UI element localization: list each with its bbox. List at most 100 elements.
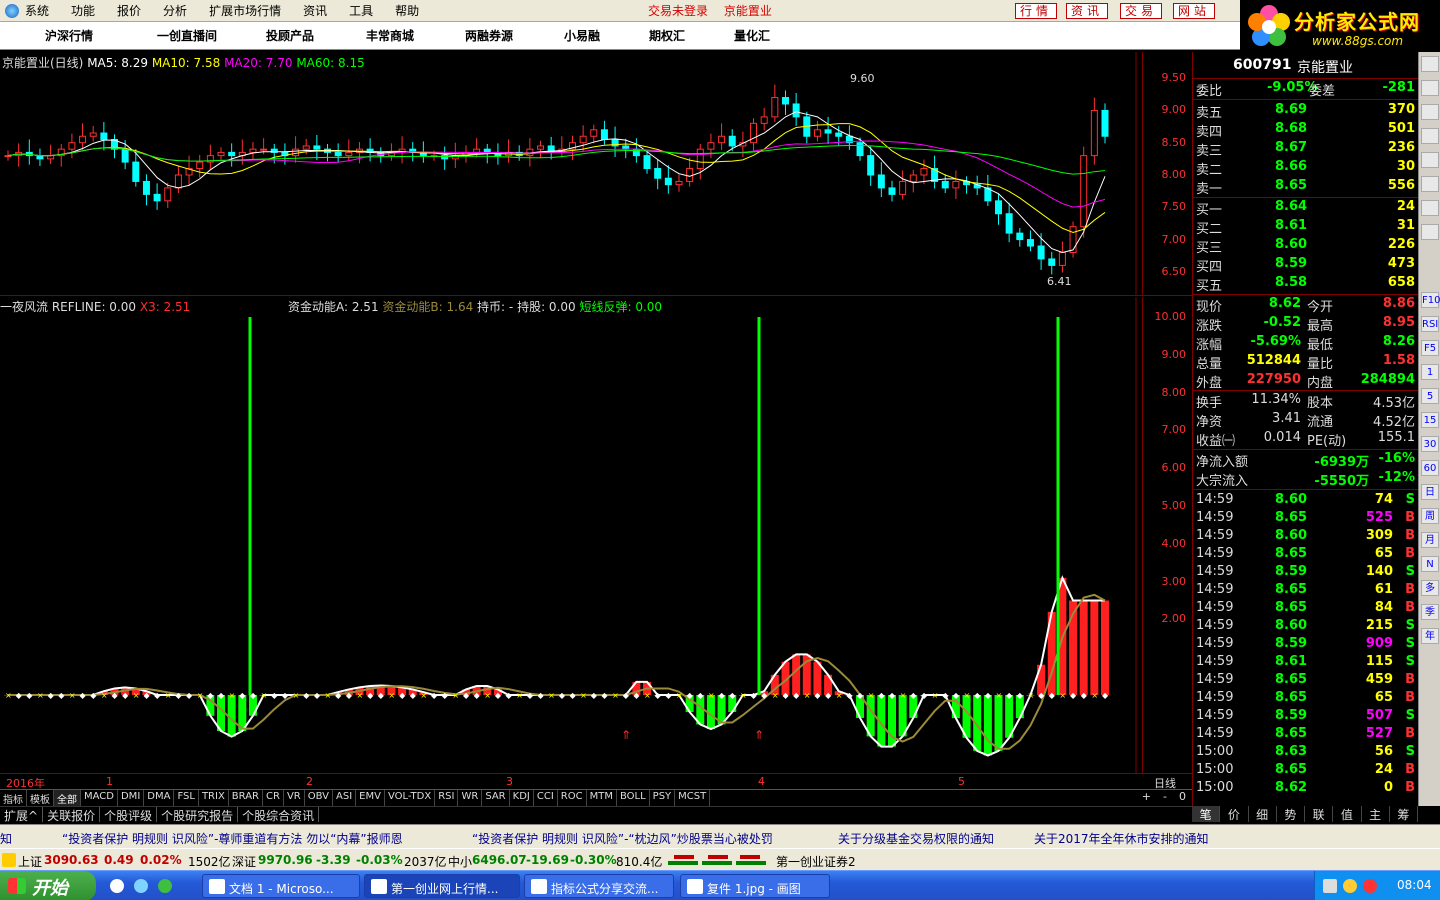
indicator-tab-指标[interactable]: 指标 — [0, 790, 27, 806]
quote-tab-3[interactable]: 势 — [1277, 806, 1305, 822]
indicator-tab-emv[interactable]: EMV — [356, 790, 385, 806]
tool-icon[interactable] — [1421, 224, 1439, 240]
indicator-tab-sar[interactable]: SAR — [482, 790, 510, 806]
tool-icon[interactable] — [1421, 80, 1439, 96]
indicator-tab-rsi[interactable]: RSI — [435, 790, 459, 806]
tab-stock-rating[interactable]: 个股评级 — [100, 807, 158, 823]
quicklaunch-explorer-icon[interactable] — [110, 879, 124, 893]
quote-tab-7[interactable]: 筹 — [1390, 806, 1418, 822]
indicator-tab-vol-tdx[interactable]: VOL-TDX — [385, 790, 436, 806]
indicator-tab-roc[interactable]: ROC — [558, 790, 587, 806]
quicklaunch-browser-icon[interactable] — [158, 879, 172, 893]
tool-icon[interactable] — [1421, 152, 1439, 168]
right-tool-4[interactable]: 5 — [1421, 388, 1439, 404]
tray-volume-icon[interactable] — [1343, 879, 1357, 893]
menu-function[interactable]: 功能 — [71, 2, 95, 19]
indicator-tab-obv[interactable]: OBV — [305, 790, 333, 806]
toolbar-live-room[interactable]: 一创直播间 — [138, 27, 236, 44]
right-tool-9[interactable]: 周 — [1421, 508, 1439, 524]
right-tool-11[interactable]: N — [1421, 556, 1439, 572]
right-tool-7[interactable]: 60 — [1421, 460, 1439, 476]
indicator-tab-trix[interactable]: TRIX — [199, 790, 229, 806]
toolbar-margin[interactable]: 两融券源 — [436, 27, 542, 44]
tab-control-0[interactable]: + — [1136, 790, 1157, 806]
menu-analysis[interactable]: 分析 — [163, 2, 187, 19]
indicator-tab-cr[interactable]: CR — [263, 790, 284, 806]
right-tool-2[interactable]: F5 — [1421, 340, 1439, 356]
trade-button[interactable]: 交易 — [1120, 3, 1163, 19]
menu-system[interactable]: 系统 — [25, 2, 49, 19]
indicator-tab-wr[interactable]: WR — [458, 790, 483, 806]
right-tool-13[interactable]: 季 — [1421, 604, 1439, 620]
right-tool-0[interactable]: F10 — [1421, 292, 1440, 308]
indicator-tab-mcst[interactable]: MCST — [675, 790, 711, 806]
tab-control-1[interactable]: - — [1157, 790, 1173, 806]
indicator-tab-vr[interactable]: VR — [284, 790, 305, 806]
tab-related-quote[interactable]: 关联报价 — [43, 807, 101, 823]
indicator-tab-模板[interactable]: 模板 — [27, 790, 54, 806]
sh-index-name[interactable]: 上证 — [18, 853, 42, 870]
right-tool-14[interactable]: 年 — [1421, 628, 1439, 644]
indicator-tab-boll[interactable]: BOLL — [617, 790, 650, 806]
indicator-tab-brar[interactable]: BRAR — [229, 790, 263, 806]
tab-stock-info[interactable]: 个股综合资讯 — [238, 807, 320, 823]
indicator-tab-cci[interactable]: CCI — [534, 790, 558, 806]
task-word-doc[interactable]: 文档 1 - Microso... — [202, 874, 360, 898]
tray-network-icon[interactable] — [1323, 879, 1337, 893]
indicator-tab-psy[interactable]: PSY — [650, 790, 676, 806]
tool-icon[interactable] — [1421, 176, 1439, 192]
tab-research-report[interactable]: 个股研究报告 — [157, 807, 239, 823]
tab-expand[interactable]: 扩展^ — [0, 807, 44, 823]
kline-chart[interactable]: 京能置业(日线) MA5: 8.29 MA10: 7.58 MA20: 7.70… — [0, 52, 1142, 296]
right-tool-12[interactable]: 多 — [1421, 580, 1439, 596]
news-item-1[interactable]: “投资者保护 明规则 识风险”-尊师重道有方法 勿以“内幕”报师恩 — [62, 830, 403, 847]
right-tool-8[interactable]: 日 — [1421, 484, 1439, 500]
right-tool-5[interactable]: 15 — [1421, 412, 1439, 428]
tool-icon[interactable] — [1421, 128, 1439, 144]
right-tool-3[interactable]: 1 — [1421, 364, 1439, 380]
indicator-tab-asi[interactable]: ASI — [333, 790, 357, 806]
start-button[interactable]: 开始 — [0, 871, 96, 900]
quote-tab-5[interactable]: 值 — [1333, 806, 1362, 822]
sz-index-name[interactable]: 深证 — [232, 853, 256, 870]
menu-news[interactable]: 资讯 — [303, 2, 327, 19]
tray-security-icon[interactable] — [1363, 879, 1377, 893]
toolbar-options[interactable]: 期权汇 — [622, 27, 712, 44]
clock[interactable]: 08:04 — [1397, 878, 1432, 892]
news-item-4[interactable]: 关于2017年全年休市安排的通知 — [1034, 830, 1209, 847]
indicator-tab-dma[interactable]: DMA — [144, 790, 175, 806]
news-item-3[interactable]: 关于分级基金交易权限的通知 — [838, 830, 994, 847]
toolbar-advisor[interactable]: 投顾产品 — [236, 27, 344, 44]
menu-help[interactable]: 帮助 — [395, 2, 419, 19]
menu-extended-market[interactable]: 扩展市场行情 — [209, 2, 281, 19]
menu-tools[interactable]: 工具 — [349, 2, 373, 19]
indicator-chart[interactable]: 一夜风流 REFLINE: 0.00 X3: 2.51 资金动能A: 2.51 … — [0, 297, 1142, 773]
quote-tab-4[interactable]: 联 — [1305, 806, 1334, 822]
task-paint[interactable]: 复件 1.jpg - 画图 — [680, 874, 830, 898]
zx-index-name[interactable]: 中小 — [448, 853, 472, 870]
tool-icon[interactable] — [1421, 56, 1439, 72]
toolbar-quant[interactable]: 量化汇 — [712, 27, 792, 44]
quote-tab-1[interactable]: 价 — [1220, 806, 1249, 822]
tool-icon[interactable] — [1421, 104, 1439, 120]
indicator-tab-dmi[interactable]: DMI — [118, 790, 145, 806]
quicklaunch-ie-icon[interactable] — [134, 879, 148, 893]
toolbar-shsz-quote[interactable]: 沪深行情 — [0, 27, 138, 44]
indicator-tab-macd[interactable]: MACD — [81, 790, 118, 806]
right-tool-10[interactable]: 月 — [1421, 532, 1439, 548]
tool-icon[interactable] — [1421, 200, 1439, 216]
menu-quote[interactable]: 报价 — [117, 2, 141, 19]
news-item-2[interactable]: “投资者保护 明规则 识风险”-“枕边风”炒股票当心被处罚 — [472, 830, 773, 847]
indicator-tab-kdj[interactable]: KDJ — [510, 790, 534, 806]
toolbar-mall[interactable]: 丰常商城 — [344, 27, 436, 44]
news-button[interactable]: 资讯 — [1066, 3, 1109, 19]
task-browser[interactable]: 指标公式分享交流... — [524, 874, 674, 898]
quote-tab-2[interactable]: 细 — [1249, 806, 1277, 822]
indicator-tab-全部[interactable]: 全部 — [54, 790, 81, 806]
task-trading-app[interactable]: 第一创业网上行情... — [364, 874, 520, 898]
toolbar-finance[interactable]: 小易融 — [542, 27, 622, 44]
indicator-tab-mtm[interactable]: MTM — [587, 790, 617, 806]
right-tool-6[interactable]: 30 — [1421, 436, 1439, 452]
quote-tab-6[interactable]: 主 — [1362, 806, 1390, 822]
website-button[interactable]: 网站 — [1173, 3, 1216, 19]
